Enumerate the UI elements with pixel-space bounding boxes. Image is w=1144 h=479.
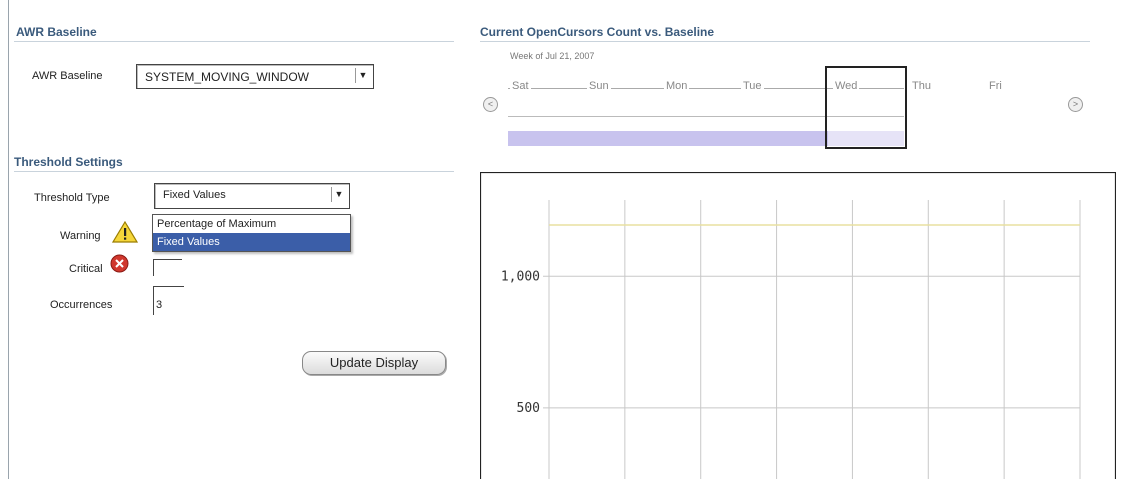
awr-baseline-section-rule (14, 41, 454, 42)
y-tick-label: 500 (517, 401, 540, 416)
critical-input[interactable] (153, 259, 182, 276)
critical-error-icon (110, 254, 129, 273)
chart-section-title: Current OpenCursors Count vs. Baseline (480, 25, 715, 39)
occurrences-label: Occurrences (50, 299, 113, 311)
threshold-settings-section-title: Threshold Settings (14, 155, 123, 169)
y-tick-label: 1,000 (501, 269, 540, 284)
warning-label: Warning (60, 230, 101, 242)
option-fixed-values[interactable]: Fixed Values (153, 233, 350, 251)
warning-icon (112, 221, 138, 243)
week-label: Week of Jul 21, 2007 (510, 51, 595, 61)
occurrences-input[interactable]: 3 (153, 286, 184, 315)
option-percentage-of-maximum[interactable]: Percentage of Maximum (153, 215, 350, 233)
awr-baseline-label: AWR Baseline (32, 70, 103, 82)
threshold-type-select[interactable]: Fixed Values ▼ (154, 183, 350, 209)
day-label-sat[interactable]: Sat (510, 80, 531, 92)
threshold-type-label: Threshold Type (34, 192, 110, 204)
window-left-border (0, 0, 9, 479)
occurrences-value: 3 (156, 299, 163, 311)
day-label-thu[interactable]: Thu (910, 80, 933, 92)
week-strip-band (508, 131, 828, 146)
selected-day-window[interactable] (825, 66, 907, 149)
critical-label: Critical (69, 263, 103, 275)
previous-week-icon[interactable]: < (483, 97, 498, 112)
next-week-icon[interactable]: > (1068, 97, 1083, 112)
awr-baseline-select[interactable]: SYSTEM_MOVING_WINDOW ▼ (136, 64, 374, 89)
threshold-type-select-value: Fixed Values (163, 189, 226, 201)
update-display-button[interactable]: Update Display (302, 351, 446, 375)
chevron-down-icon[interactable]: ▼ (355, 68, 370, 83)
threshold-settings-section-rule (14, 171, 454, 172)
awr-baseline-section-title: AWR Baseline (16, 25, 97, 39)
day-label-fri[interactable]: Fri (987, 80, 1004, 92)
chart-section-rule (480, 41, 1090, 42)
day-label-mon[interactable]: Mon (664, 80, 690, 92)
threshold-type-dropdown: Percentage of Maximum Fixed Values (152, 214, 351, 252)
day-label-sun[interactable]: Sun (587, 80, 611, 92)
open-cursors-chart: 500 1,000 (480, 172, 1116, 479)
awr-baseline-select-value: SYSTEM_MOVING_WINDOW (145, 70, 310, 84)
chevron-down-icon[interactable]: ▼ (331, 187, 346, 202)
day-label-tue[interactable]: Tue (741, 80, 764, 92)
